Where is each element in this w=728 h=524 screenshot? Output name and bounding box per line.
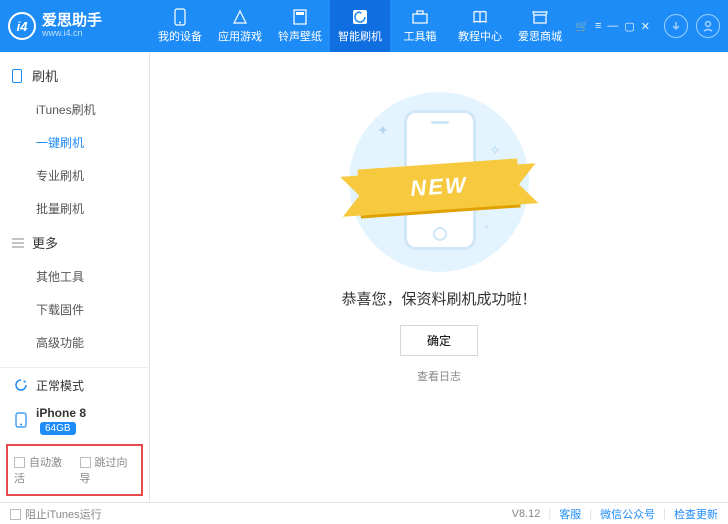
- sidebar-item-other-tools[interactable]: 其他工具: [0, 260, 149, 293]
- refresh-icon: [12, 376, 30, 394]
- logo-text: 爱思助手 www.i4.cn: [42, 13, 102, 39]
- menu-icon[interactable]: ≡: [595, 20, 601, 33]
- device-icon: [12, 411, 30, 429]
- device-info[interactable]: iPhone 8 64GB: [0, 402, 149, 442]
- wallpaper-icon: [291, 8, 309, 26]
- sidebar-item-pro-flash[interactable]: 专业刷机: [0, 159, 149, 192]
- nav-tutorial[interactable]: 教程中心: [450, 0, 510, 52]
- header-actions: 🛒 ≡ ― ▢ ✕: [575, 14, 720, 38]
- support-link[interactable]: 客服: [559, 506, 581, 522]
- update-link[interactable]: 检查更新: [674, 506, 718, 522]
- sidebar-group-more[interactable]: 更多: [0, 225, 149, 260]
- maximize-icon[interactable]: ▢: [624, 20, 634, 33]
- sparkle-icon: ✧: [489, 142, 501, 159]
- success-illustration: ✦ ✧ ◦ NEW: [349, 92, 529, 272]
- auto-activate-checkbox[interactable]: 自动激活: [14, 454, 70, 486]
- store-icon: [531, 8, 549, 26]
- storage-badge: 64GB: [40, 422, 76, 435]
- toolbox-icon: [411, 8, 429, 26]
- sidebar-item-batch-flash[interactable]: 批量刷机: [0, 192, 149, 225]
- nav-apps[interactable]: 应用游戏: [210, 0, 270, 52]
- version-label: V8.12: [512, 508, 541, 520]
- navbar: 我的设备 应用游戏 铃声壁纸 智能刷机 工具箱 教程中心 爱思商城: [150, 0, 570, 52]
- options-box: 自动激活 跳过向导: [6, 444, 143, 496]
- logo[interactable]: i4 爱思助手 www.i4.cn: [8, 12, 150, 40]
- wechat-link[interactable]: 微信公众号: [600, 506, 655, 522]
- sidebar-item-itunes-flash[interactable]: iTunes刷机: [0, 93, 149, 126]
- phone-icon: [171, 8, 189, 26]
- user-button[interactable]: [696, 14, 720, 38]
- close-icon[interactable]: ✕: [641, 20, 650, 33]
- sparkle-icon: ✦: [377, 122, 389, 139]
- status-bar: 阻止iTunes运行 V8.12 | 客服 | 微信公众号 | 检查更新: [0, 502, 728, 524]
- sidebar-item-onekey-flash[interactable]: 一键刷机: [0, 126, 149, 159]
- logo-icon: i4: [8, 12, 36, 40]
- success-message: 恭喜您，保资料刷机成功啦！: [341, 288, 536, 309]
- minimize-icon[interactable]: ―: [607, 20, 618, 33]
- sidebar-item-advanced[interactable]: 高级功能: [0, 326, 149, 359]
- nav-my-device[interactable]: 我的设备: [150, 0, 210, 52]
- sidebar-group-flash[interactable]: 刷机: [0, 58, 149, 93]
- list-icon: [12, 236, 26, 250]
- nav-flash[interactable]: 智能刷机: [330, 0, 390, 52]
- flash-icon: [351, 8, 369, 26]
- nav-store[interactable]: 爱思商城: [510, 0, 570, 52]
- app-header: i4 爱思助手 www.i4.cn 我的设备 应用游戏 铃声壁纸 智能刷机 工具…: [0, 0, 728, 52]
- phone-outline-icon: [12, 69, 26, 83]
- nav-ringtones[interactable]: 铃声壁纸: [270, 0, 330, 52]
- skip-guide-checkbox[interactable]: 跳过向导: [80, 454, 136, 486]
- window-controls: 🛒 ≡ ― ▢ ✕: [575, 20, 650, 33]
- cart-icon[interactable]: 🛒: [575, 20, 589, 33]
- book-icon: [471, 8, 489, 26]
- block-itunes-checkbox[interactable]: 阻止iTunes运行: [10, 506, 102, 522]
- sparkle-icon: ◦: [484, 218, 489, 234]
- main-content: ✦ ✧ ◦ NEW 恭喜您，保资料刷机成功啦！ 确定 查看日志: [150, 52, 728, 502]
- device-mode[interactable]: 正常模式: [0, 367, 149, 402]
- download-button[interactable]: [664, 14, 688, 38]
- sidebar: 刷机 iTunes刷机 一键刷机 专业刷机 批量刷机 更多 其他工具 下载固件 …: [0, 52, 150, 502]
- confirm-button[interactable]: 确定: [400, 325, 478, 356]
- nav-toolbox[interactable]: 工具箱: [390, 0, 450, 52]
- apps-icon: [231, 8, 249, 26]
- view-log-link[interactable]: 查看日志: [417, 368, 461, 384]
- sidebar-item-download-fw[interactable]: 下载固件: [0, 293, 149, 326]
